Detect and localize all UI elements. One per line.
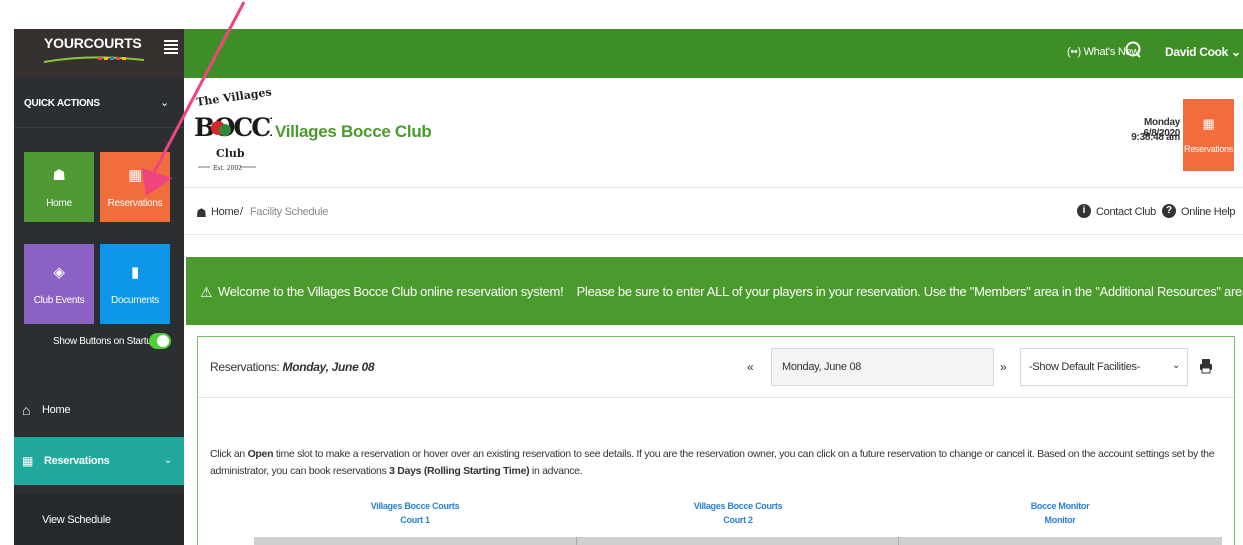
show-buttons-toggle[interactable] [149,333,171,349]
court-header-3[interactable]: Bocce Monitor Monitor [960,499,1160,527]
quick-home-label: Home [46,197,72,209]
court-group: Bocce Monitor [1030,501,1090,511]
date-picker-input[interactable]: Monday, June 08 [771,348,994,386]
club-logo: The Villages BOCCE Club Est. 2002 [194,85,272,172]
sidebar-item-view-schedule[interactable]: View Schedule [42,514,111,526]
grid-divider [576,537,577,545]
hamburger-menu-icon[interactable] [164,40,178,54]
reservations-title: Reservations: Monday, June 08 [210,360,375,374]
contact-club-link[interactable]: Contact Club [1096,206,1156,218]
court-group: Villages Bocce Courts [693,501,783,511]
calendar-icon: ▦ [128,166,142,184]
calendar-icon: ▦ [22,454,34,468]
chevron-down-icon: ⌄ [1172,360,1181,371]
quick-reservations-label: Reservations [107,197,163,209]
document-icon: ▮ [131,263,139,281]
online-help-link[interactable]: Online Help [1181,206,1235,218]
court-header-1[interactable]: Villages Bocce Courts Court 1 [315,499,515,527]
court-group: Villages Bocce Courts [370,501,460,511]
sidebar-item-home[interactable] [14,394,184,426]
current-time: 9:38:48 am [1131,132,1180,143]
home-icon: ☗ [52,166,66,184]
header-reservations-button[interactable]: ▦ Reservations [1183,99,1234,171]
chevron-down-icon[interactable]: ⌄ [160,96,169,109]
info-icon[interactable]: i [1077,204,1091,218]
breadcrumb-current: Facility Schedule [250,206,329,218]
user-menu[interactable]: David Cook ⌄ [1165,45,1241,59]
warning-icon: ⚠ [200,284,213,300]
instructions-advance: 3 Days (Rolling Starting Time) [389,465,530,477]
chevron-down-icon: ⌄ [164,455,173,466]
instructions-text: in advance. [529,465,583,477]
quick-club-events-label: Club Events [33,294,85,306]
instructions-text: time slot to make a reservation or hover… [210,448,1215,477]
sidebar-item-home-label: Home [42,404,71,416]
court-header-2[interactable]: Villages Bocce Courts Court 2 [638,499,838,527]
reservations-title-date: Monday, June 08 [282,360,375,374]
reservation-instructions: Click an Open time slot to make a reserv… [210,446,1220,480]
chat-icon[interactable] [1124,40,1144,60]
sidebar-item-reservations-label: Reservations [44,455,110,467]
svg-text:The Villages: The Villages [195,85,272,108]
home-icon: ☗ [196,206,207,220]
svg-text:Est. 2002: Est. 2002 [213,165,242,172]
quick-documents-button[interactable]: ▮ Documents [100,244,170,324]
svg-text:BOCCE: BOCCE [194,113,272,142]
calendar-icon: ▦ [1202,116,1215,131]
instructions-text: Click an [210,448,248,460]
header-reservations-label: Reservations [1184,144,1233,154]
reservations-title-prefix: Reservations: [210,360,283,374]
quick-club-events-button[interactable]: ◈ Club Events [24,244,94,324]
help-icon[interactable]: ? [1162,204,1176,218]
previous-day-button[interactable]: « [747,360,754,374]
home-outline-icon: ⌂ [22,402,31,418]
quick-home-button[interactable]: ☗ Home [24,152,94,222]
welcome-banner-text: Welcome to the Villages Bocce Club onlin… [218,284,1243,299]
print-icon[interactable] [1199,358,1213,374]
quick-documents-label: Documents [111,294,159,306]
court-name: Court 2 [723,515,753,525]
top-navbar [14,29,1243,78]
schedule-grid-header [210,537,1222,545]
grid-divider [898,537,899,545]
breadcrumb-home-link[interactable]: Home [211,206,239,218]
quick-actions-label: QUICK ACTIONS [24,98,100,109]
quick-reservations-button[interactable]: ▦ Reservations [100,152,170,222]
ticket-icon: ◈ [53,263,65,281]
court-name: Monitor [1044,515,1076,525]
court-name: Court 1 [400,515,430,525]
next-day-button[interactable]: » [1000,360,1007,374]
facilities-select[interactable]: -Show Default Facilities- [1020,348,1188,386]
app-logo-text[interactable]: YOURCOURTS [44,35,142,51]
club-name: Villages Bocce Club [275,122,432,141]
instructions-open: Open [247,448,274,460]
svg-text:Club: Club [216,147,245,160]
show-buttons-label: Show Buttons on Startup [53,336,157,347]
breadcrumb-separator: / [240,206,244,218]
